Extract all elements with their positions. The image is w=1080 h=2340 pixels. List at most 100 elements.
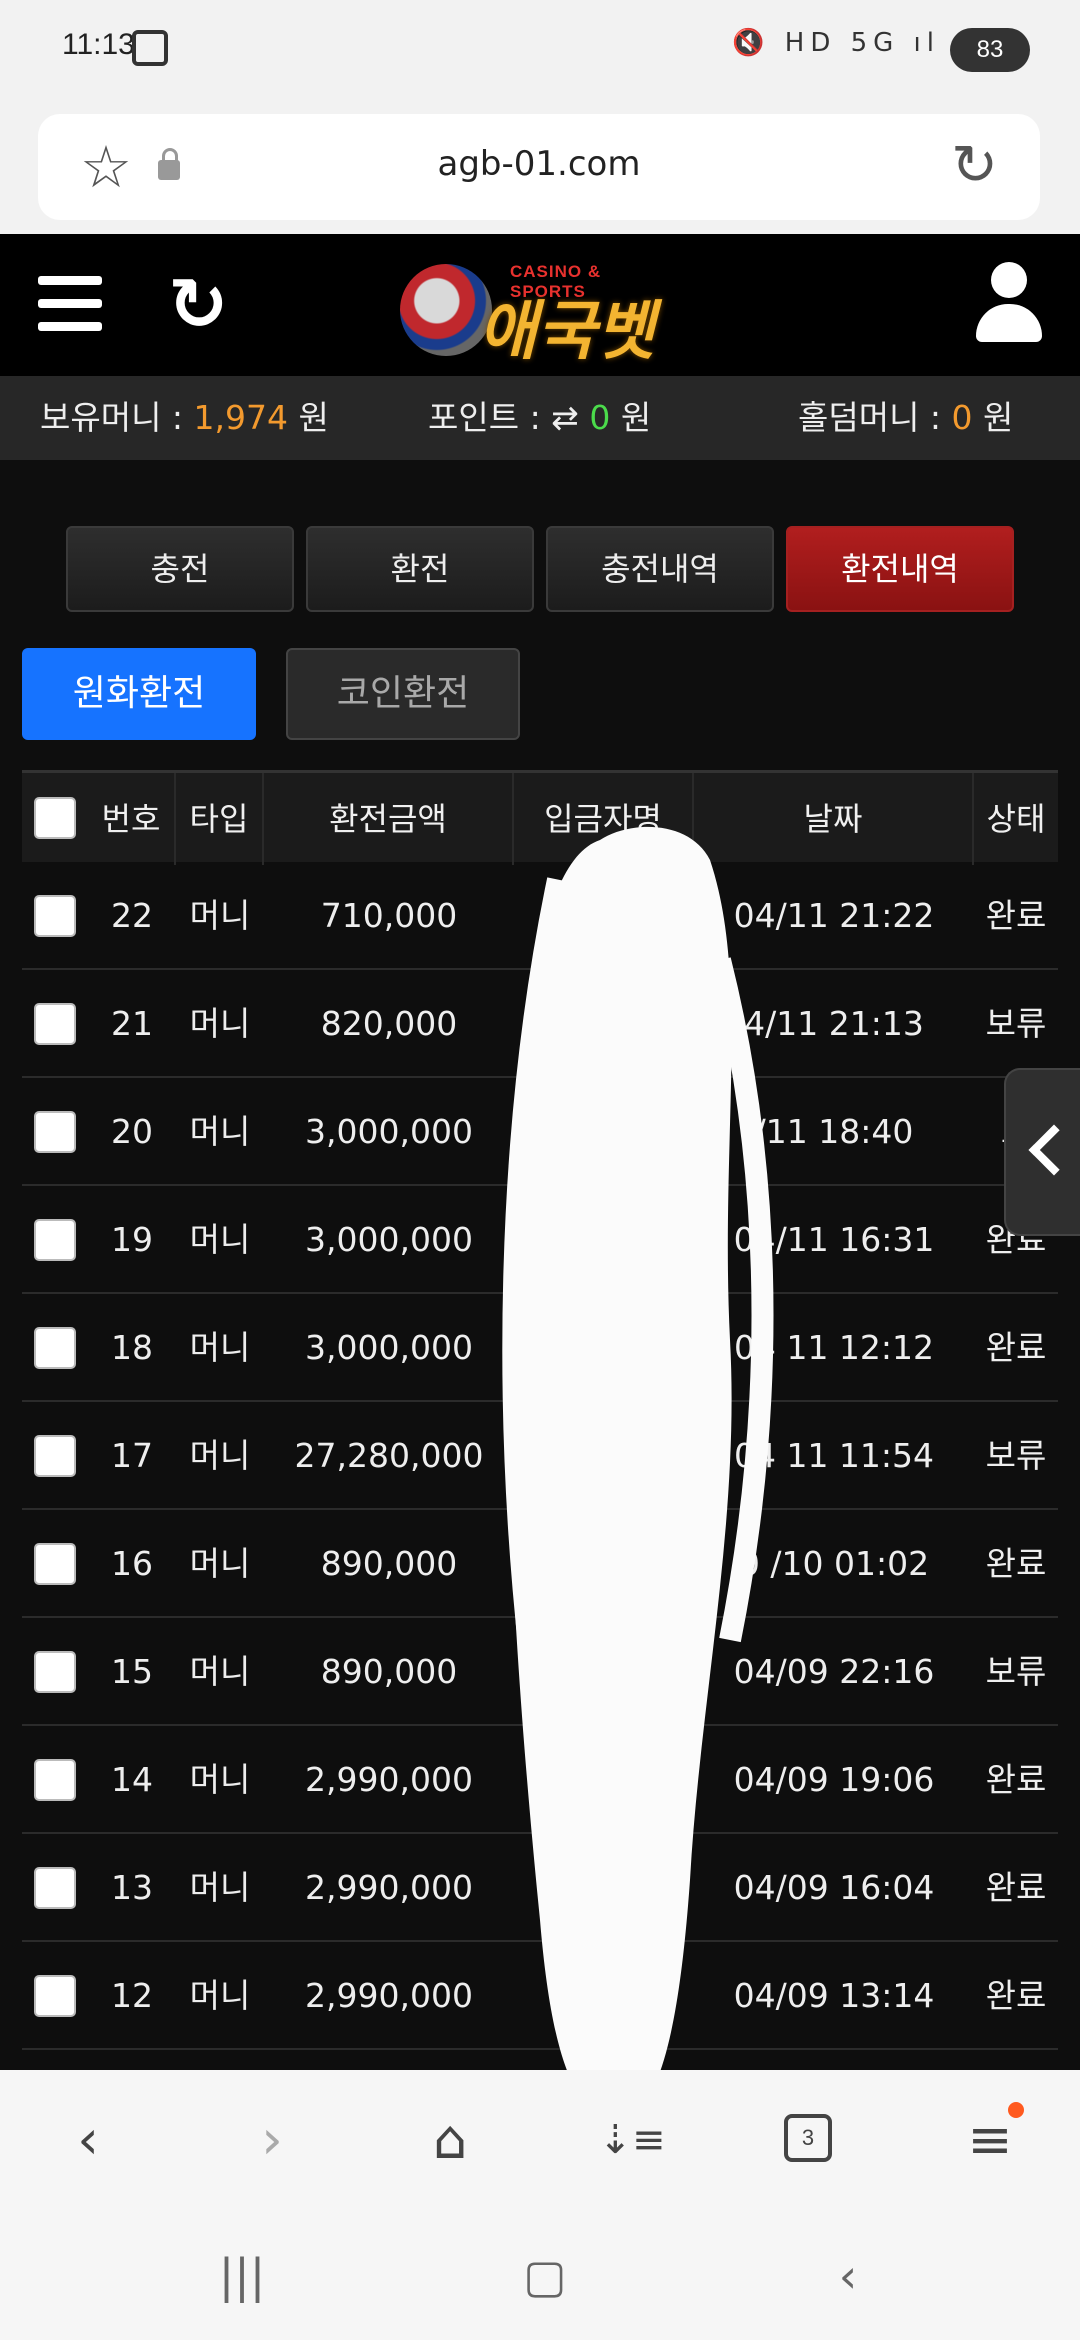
forward-icon[interactable]: ›: [232, 2100, 312, 2180]
tab-deposit[interactable]: 충전: [66, 526, 294, 612]
home-icon[interactable]: ⌂: [410, 2100, 490, 2180]
cell-no: 18: [111, 1328, 153, 1367]
money-balance: 보유머니 : 1,974 원: [40, 398, 329, 437]
holdem-value: 0: [951, 398, 973, 437]
balance-bar: 보유머니 : 1,974 원 포인트 : ⇄ 0 원 홀덤머니 : 0 원: [0, 376, 1080, 460]
system-back-icon[interactable]: ‹: [808, 2246, 888, 2306]
cell-amount: 710,000: [320, 896, 458, 935]
cell-amount: 3,000,000: [305, 1328, 473, 1367]
side-panel-toggle[interactable]: [1004, 1068, 1080, 1236]
cell-amount: 890,000: [320, 1544, 458, 1583]
holdem-balance: 홀덤머니 : 0 원: [798, 398, 1014, 437]
cell-status: 완료: [985, 1868, 1047, 1907]
url-bar[interactable]: ☆ agb-01.com ↻: [38, 114, 1040, 220]
row-checkbox[interactable]: [34, 1759, 76, 1801]
recent-apps-icon[interactable]: |||: [202, 2246, 282, 2306]
cell-no: 19: [111, 1220, 153, 1259]
cell-type: 머니: [189, 1220, 251, 1259]
exchange-icon[interactable]: ⇄: [551, 398, 579, 437]
browser-toolbar: ‹ › ⌂ ⇣≡ 3 ≡: [0, 2070, 1080, 2210]
cell-status: 보류: [985, 1436, 1047, 1475]
cell-type: 머니: [189, 896, 251, 935]
tab-deposit-history[interactable]: 충전내역: [546, 526, 774, 612]
menu-icon[interactable]: [38, 276, 102, 332]
row-checkbox[interactable]: [34, 1219, 76, 1261]
status-time: 11:13: [62, 28, 135, 61]
row-checkbox[interactable]: [34, 1867, 76, 1909]
cell-type: 머니: [189, 1544, 251, 1583]
cell-amount: 820,000: [320, 1004, 458, 1043]
cell-amount: 890,000: [320, 1652, 458, 1691]
url-text[interactable]: agb-01.com: [38, 144, 1040, 184]
site-header: ↻ CASINO & SPORTS 애국벳: [0, 234, 1080, 376]
tabs-button[interactable]: 3: [770, 2100, 850, 2180]
cell-no: 14: [111, 1760, 153, 1799]
cell-type: 머니: [189, 1652, 251, 1691]
cell-amount: 2,990,000: [305, 1868, 473, 1907]
site-logo[interactable]: CASINO & SPORTS 애국벳: [400, 250, 670, 369]
tab-krw-withdraw[interactable]: 원화환전: [22, 648, 256, 740]
system-nav-bar: ||| ▢ ‹: [0, 2210, 1080, 2340]
cell-status: 완료: [985, 896, 1047, 935]
tab-withdraw[interactable]: 환전: [306, 526, 534, 612]
cell-amount: 2,990,000: [305, 1976, 473, 2015]
chevron-left-icon: [1028, 1124, 1080, 1176]
logo-title: 애국벳: [478, 295, 655, 369]
cell-no: 21: [111, 1004, 153, 1043]
row-checkbox[interactable]: [34, 1435, 76, 1477]
cell-no: 22: [111, 896, 153, 935]
refresh-icon[interactable]: ↻: [168, 264, 228, 344]
row-checkbox[interactable]: [34, 1543, 76, 1585]
cell-amount: 3,000,000: [305, 1220, 473, 1259]
cell-type: 머니: [189, 1976, 251, 2015]
money-value: 1,974: [193, 398, 289, 437]
cell-status: 완료: [985, 1544, 1047, 1583]
battery-indicator: 83: [950, 28, 1030, 72]
row-checkbox[interactable]: [34, 1327, 76, 1369]
row-checkbox[interactable]: [34, 1975, 76, 2017]
status-icons: 🔇 HD 5G ıl: [732, 28, 940, 58]
back-icon[interactable]: ‹: [48, 2100, 128, 2180]
tab-coin-withdraw[interactable]: 코인환전: [286, 648, 520, 740]
point-value: 0: [589, 398, 611, 437]
notification-dot: [1008, 2102, 1024, 2118]
reload-icon[interactable]: ↻: [951, 138, 998, 194]
cell-type: 머니: [189, 1868, 251, 1907]
cell-type: 머니: [189, 1004, 251, 1043]
row-checkbox[interactable]: [34, 1651, 76, 1693]
cell-status: 완료: [985, 1760, 1047, 1799]
cell-no: 12: [111, 1976, 153, 2015]
status-bar: 11:13 🔇 HD 5G ıl 83: [0, 0, 1080, 100]
tabs-icon: 3: [784, 2114, 832, 2162]
tab-withdraw-history[interactable]: 환전내역: [786, 526, 1014, 612]
cell-status: 보류: [985, 1652, 1047, 1691]
cell-amount: 2,990,000: [305, 1760, 473, 1799]
cell-amount: 27,280,000: [294, 1436, 484, 1475]
cell-status: 완료: [985, 1976, 1047, 2015]
row-checkbox[interactable]: [34, 895, 76, 937]
point-balance: 포인트 : ⇄ 0 원: [428, 398, 652, 437]
cell-no: 20: [111, 1112, 153, 1151]
select-all-checkbox[interactable]: [34, 797, 76, 839]
bookmarks-icon[interactable]: ⇣≡: [592, 2100, 672, 2180]
cell-status: 완료: [985, 1328, 1047, 1367]
cell-amount: 3,000,000: [305, 1112, 473, 1151]
home-button-icon[interactable]: ▢: [505, 2246, 585, 2306]
header-amount: 환전금액: [264, 773, 514, 865]
row-checkbox[interactable]: [34, 1111, 76, 1153]
cell-no: 17: [111, 1436, 153, 1475]
cell-status: 보류: [985, 1004, 1047, 1043]
main-tabs: 충전 환전 충전내역 환전내역: [66, 526, 1014, 612]
cell-type: 머니: [189, 1760, 251, 1799]
header-status: 상태: [986, 800, 1046, 838]
user-icon[interactable]: [976, 262, 1042, 344]
cell-no: 16: [111, 1544, 153, 1583]
cell-type: 머니: [189, 1328, 251, 1367]
browser-url-area: ☆ agb-01.com ↻: [0, 100, 1080, 234]
screenshot-icon: [132, 30, 168, 66]
cell-no: 15: [111, 1652, 153, 1691]
row-checkbox[interactable]: [34, 1003, 76, 1045]
browser-menu-icon[interactable]: ≡: [950, 2100, 1030, 2180]
cell-no: 13: [111, 1868, 153, 1907]
cell-type: 머니: [189, 1436, 251, 1475]
